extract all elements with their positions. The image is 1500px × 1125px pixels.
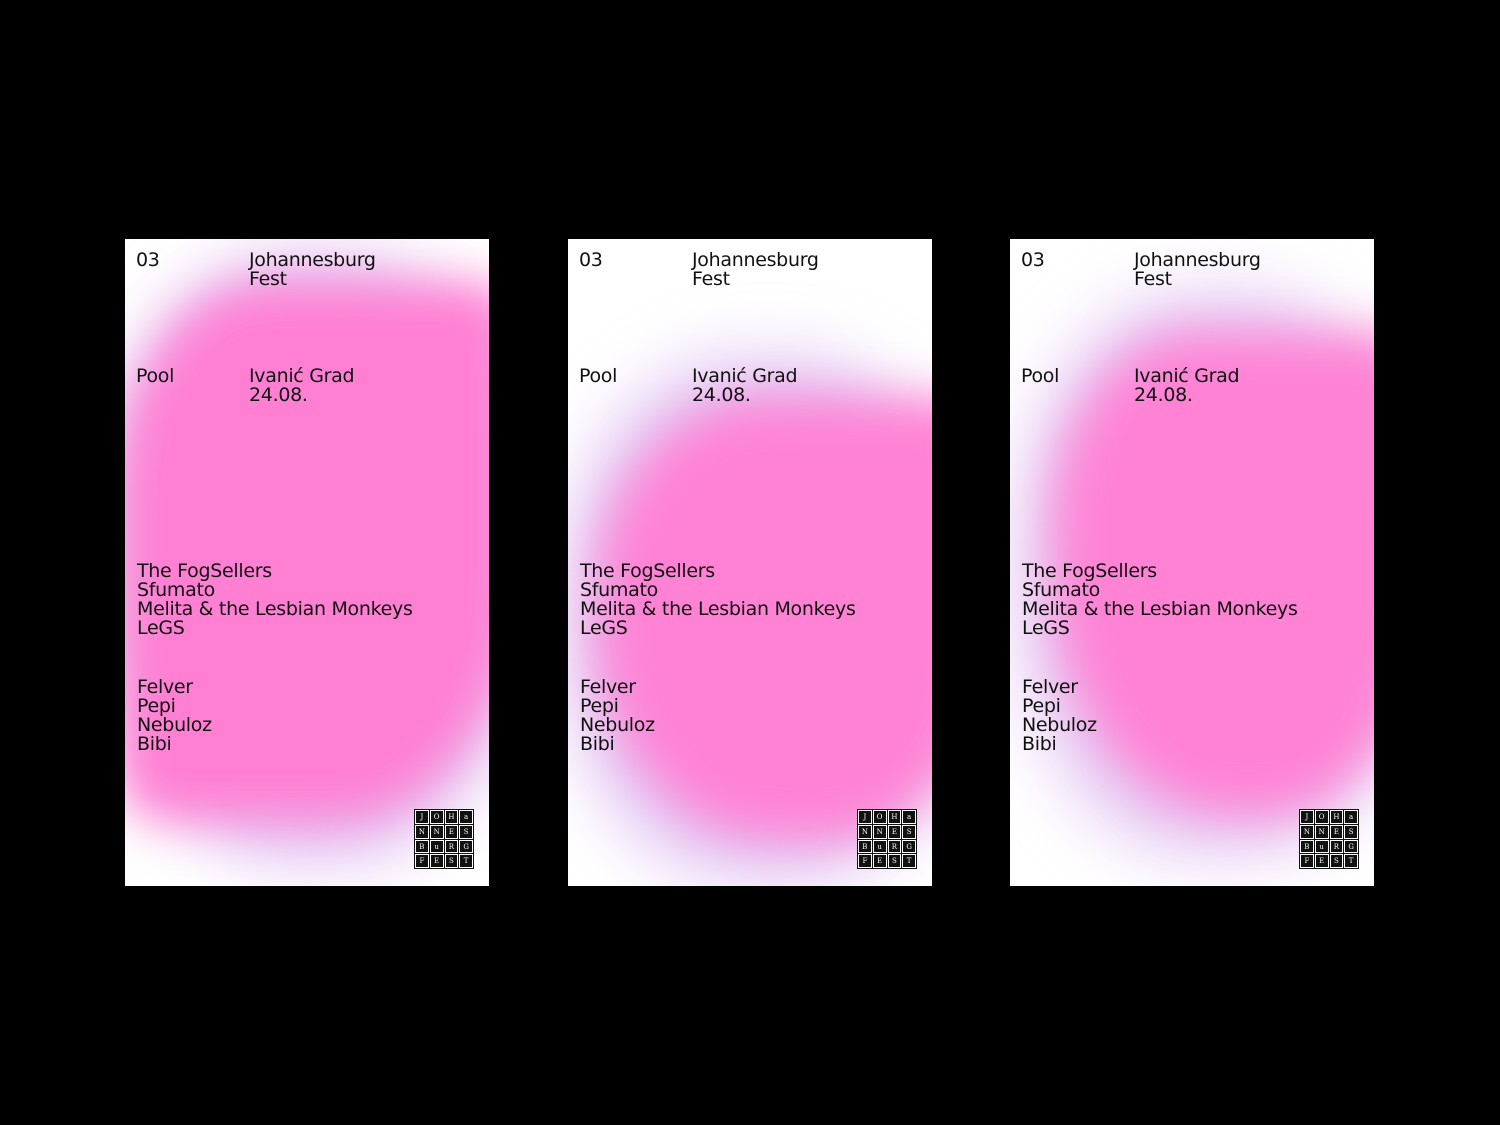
venue-block: Ivanić Grad 24.08.	[249, 367, 355, 406]
poster-1: 03 Johannesburg Fest Pool Ivanić Grad 24…	[125, 239, 489, 886]
venue-label: Pool	[1021, 365, 1060, 387]
event-date: 24.08.	[249, 384, 308, 406]
lineup-group-2: Felver Pepi Nebuloz Bibi	[137, 678, 212, 754]
event-date: 24.08.	[1134, 384, 1193, 406]
venue-label: Pool	[579, 365, 618, 387]
lineup-item: LeGS	[1022, 617, 1070, 639]
lineup-item: Bibi	[580, 733, 615, 755]
venue-label: Pool	[136, 365, 175, 387]
lineup-item: LeGS	[580, 617, 628, 639]
fest-title: Johannesburg Fest	[692, 251, 819, 289]
fest-logo-icon: JOHa NNES BuRG FEST	[857, 809, 917, 869]
fest-title-line-2: Fest	[692, 268, 730, 290]
event-date: 24.08.	[692, 384, 751, 406]
fest-title-line-2: Fest	[249, 268, 287, 290]
lineup-group-2: Felver Pepi Nebuloz Bibi	[580, 678, 655, 754]
lineup-item: Bibi	[137, 733, 172, 755]
fest-title: Johannesburg Fest	[249, 251, 376, 289]
venue-block: Ivanić Grad 24.08.	[1134, 367, 1240, 406]
poster-number: 03	[136, 249, 160, 271]
poster-number: 03	[579, 249, 603, 271]
poster-number: 03	[1021, 249, 1045, 271]
lineup-group-1: The FogSellers Sfumato Melita & the Lesb…	[580, 562, 856, 638]
fest-title: Johannesburg Fest	[1134, 251, 1261, 289]
lineup-item: Bibi	[1022, 733, 1057, 755]
fest-title-line-2: Fest	[1134, 268, 1172, 290]
lineup-group-1: The FogSellers Sfumato Melita & the Lesb…	[137, 562, 413, 638]
poster-2: 03 Johannesburg Fest Pool Ivanić Grad 24…	[568, 239, 932, 886]
fest-logo-icon: JOHa NNES BuRG FEST	[1299, 809, 1359, 869]
poster-3: 03 Johannesburg Fest Pool Ivanić Grad 24…	[1010, 239, 1374, 886]
lineup-group-2: Felver Pepi Nebuloz Bibi	[1022, 678, 1097, 754]
lineup-item: LeGS	[137, 617, 185, 639]
venue-block: Ivanić Grad 24.08.	[692, 367, 798, 406]
fest-logo-icon: JOHa NNES BuRG FEST	[414, 809, 474, 869]
lineup-group-1: The FogSellers Sfumato Melita & the Lesb…	[1022, 562, 1298, 638]
